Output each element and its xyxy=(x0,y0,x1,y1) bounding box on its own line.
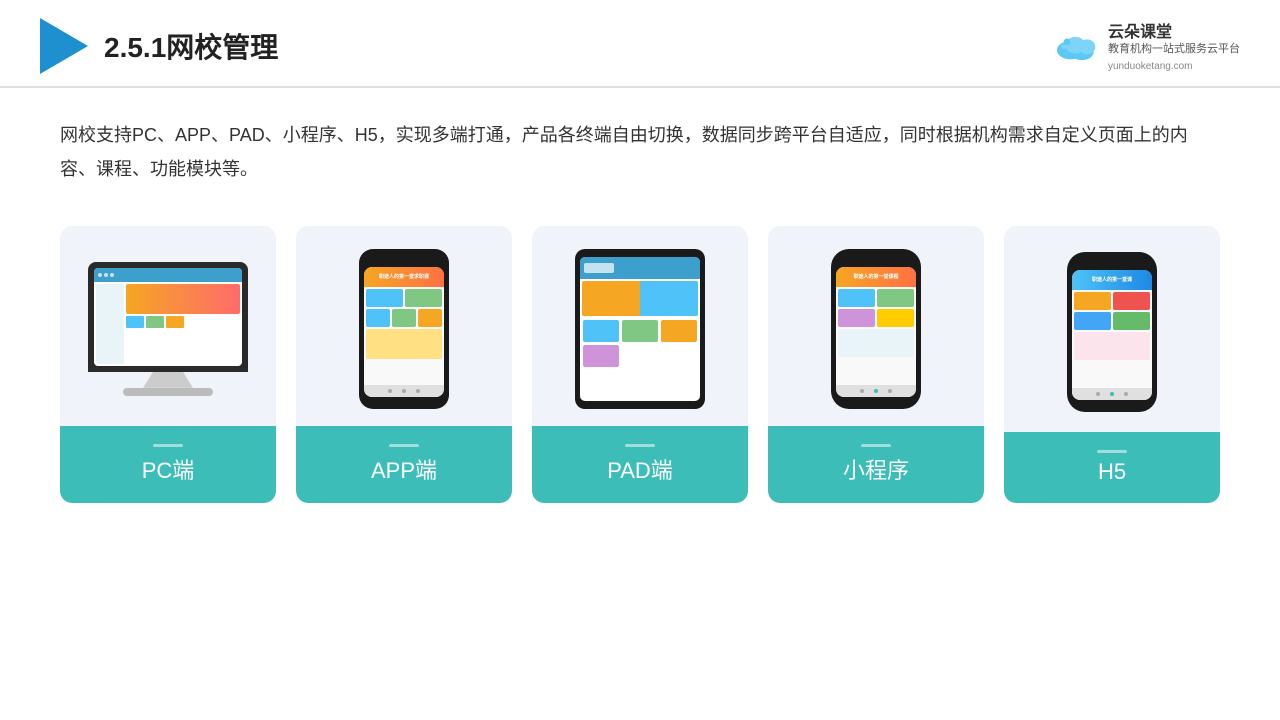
app-phone-mockup: 职途人的第一堂求职课 xyxy=(359,249,449,409)
phone-notch xyxy=(390,257,418,263)
tablet-screen xyxy=(580,257,700,401)
main-content: 网校支持PC、APP、PAD、小程序、H5，实现多端打通，产品各终端自由切换，数… xyxy=(0,88,1280,523)
miniprogram-notch xyxy=(862,257,890,263)
header: 2.5.1网校管理 云朵课堂 教育机构一站式服务云平台 yunduoketang… xyxy=(0,0,1280,88)
phone-screen: 职途人的第一堂求职课 xyxy=(364,267,444,397)
tablet-body xyxy=(575,249,705,409)
monitor-base xyxy=(123,388,213,396)
cloud-icon xyxy=(1052,28,1102,64)
phone-body: 职途人的第一堂求职课 xyxy=(359,249,449,409)
cards-container: PC端 职途人的第一堂求职课 xyxy=(60,226,1220,503)
app-label: APP端 xyxy=(296,426,512,503)
pc-label: PC端 xyxy=(60,426,276,503)
miniprogram-phone-mockup: 职途人的第一堂课程 xyxy=(831,249,921,409)
brand-url: yunduoketang.com xyxy=(1108,60,1240,74)
h5-phone-body: 职途人的第一堂课 xyxy=(1067,252,1157,412)
h5-label: H5 xyxy=(1004,432,1220,503)
card-pc: PC端 xyxy=(60,226,276,503)
card-miniprogram: 职途人的第一堂课程 xyxy=(768,226,984,503)
card-pad: PAD端 xyxy=(532,226,748,503)
h5-notch xyxy=(1098,260,1126,266)
pc-image-area xyxy=(60,226,276,426)
description-text: 网校支持PC、APP、PAD、小程序、H5，实现多端打通，产品各终端自由切换，数… xyxy=(60,118,1220,186)
h5-image-area: 职途人的第一堂课 xyxy=(1004,226,1220,432)
brand-logo: 云朵课堂 教育机构一站式服务云平台 yunduoketang.com xyxy=(1052,18,1240,73)
brand-section: 云朵课堂 教育机构一站式服务云平台 yunduoketang.com xyxy=(1052,18,1240,73)
pad-label: PAD端 xyxy=(532,426,748,503)
miniprogram-image-area: 职途人的第一堂课程 xyxy=(768,226,984,426)
brand-name: 云朵课堂 xyxy=(1108,18,1240,42)
monitor-body xyxy=(88,262,248,372)
pad-image-area xyxy=(532,226,748,426)
brand-text: 云朵课堂 教育机构一站式服务云平台 yunduoketang.com xyxy=(1108,18,1240,73)
h5-screen: 职途人的第一堂课 xyxy=(1072,270,1152,400)
app-image-area: 职途人的第一堂求职课 xyxy=(296,226,512,426)
page-title: 2.5.1网校管理 xyxy=(104,26,278,66)
brand-tagline: 教育机构一站式服务云平台 xyxy=(1108,42,1240,57)
card-app: 职途人的第一堂求职课 xyxy=(296,226,512,503)
header-left: 2.5.1网校管理 xyxy=(40,18,278,74)
miniprogram-screen: 职途人的第一堂课程 xyxy=(836,267,916,397)
monitor-stand xyxy=(143,372,193,388)
monitor-screen xyxy=(94,268,242,366)
miniprogram-phone-body: 职途人的第一堂课程 xyxy=(831,249,921,409)
pc-mockup xyxy=(88,262,248,396)
card-h5: 职途人的第一堂课 xyxy=(1004,226,1220,503)
miniprogram-label: 小程序 xyxy=(768,426,984,503)
tablet-mockup xyxy=(575,249,705,409)
logo-triangle-icon xyxy=(40,18,88,74)
h5-phone-mockup: 职途人的第一堂课 xyxy=(1067,252,1157,412)
